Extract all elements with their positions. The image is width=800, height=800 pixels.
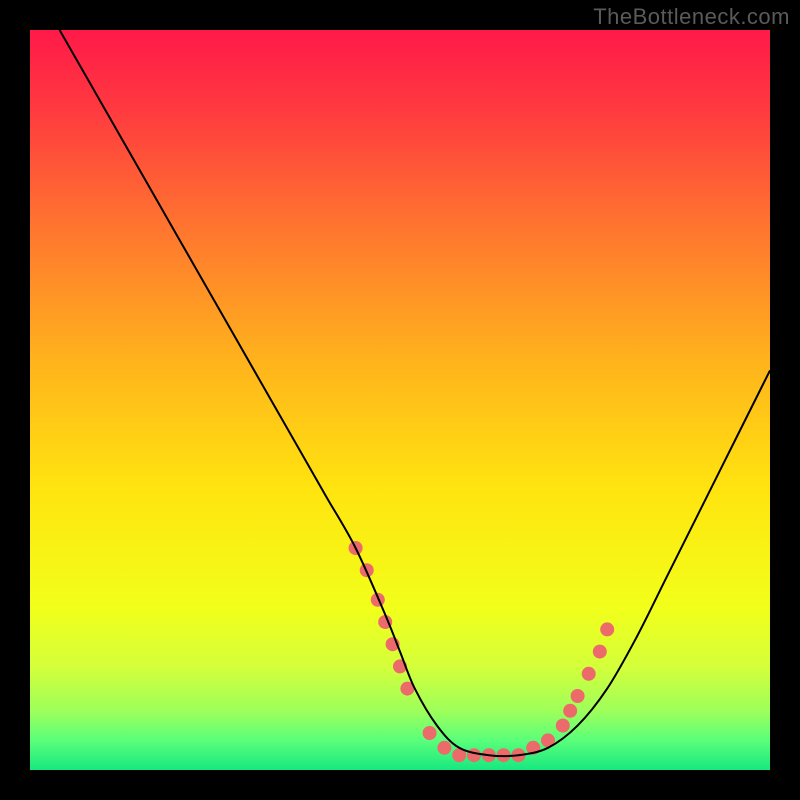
highlight-dot: [563, 704, 577, 718]
highlight-dot: [571, 689, 585, 703]
highlight-dot: [556, 719, 570, 733]
highlight-dot: [593, 645, 607, 659]
highlight-dot: [467, 748, 481, 762]
highlight-dot: [600, 622, 614, 636]
highlight-dot: [582, 667, 596, 681]
chart-svg: [30, 30, 770, 770]
watermark-text: TheBottleneck.com: [593, 4, 790, 30]
highlight-dot: [423, 726, 437, 740]
chart-frame: TheBottleneck.com: [0, 0, 800, 800]
plot-area: [30, 30, 770, 770]
highlight-dot: [437, 741, 451, 755]
gradient-background: [30, 30, 770, 770]
